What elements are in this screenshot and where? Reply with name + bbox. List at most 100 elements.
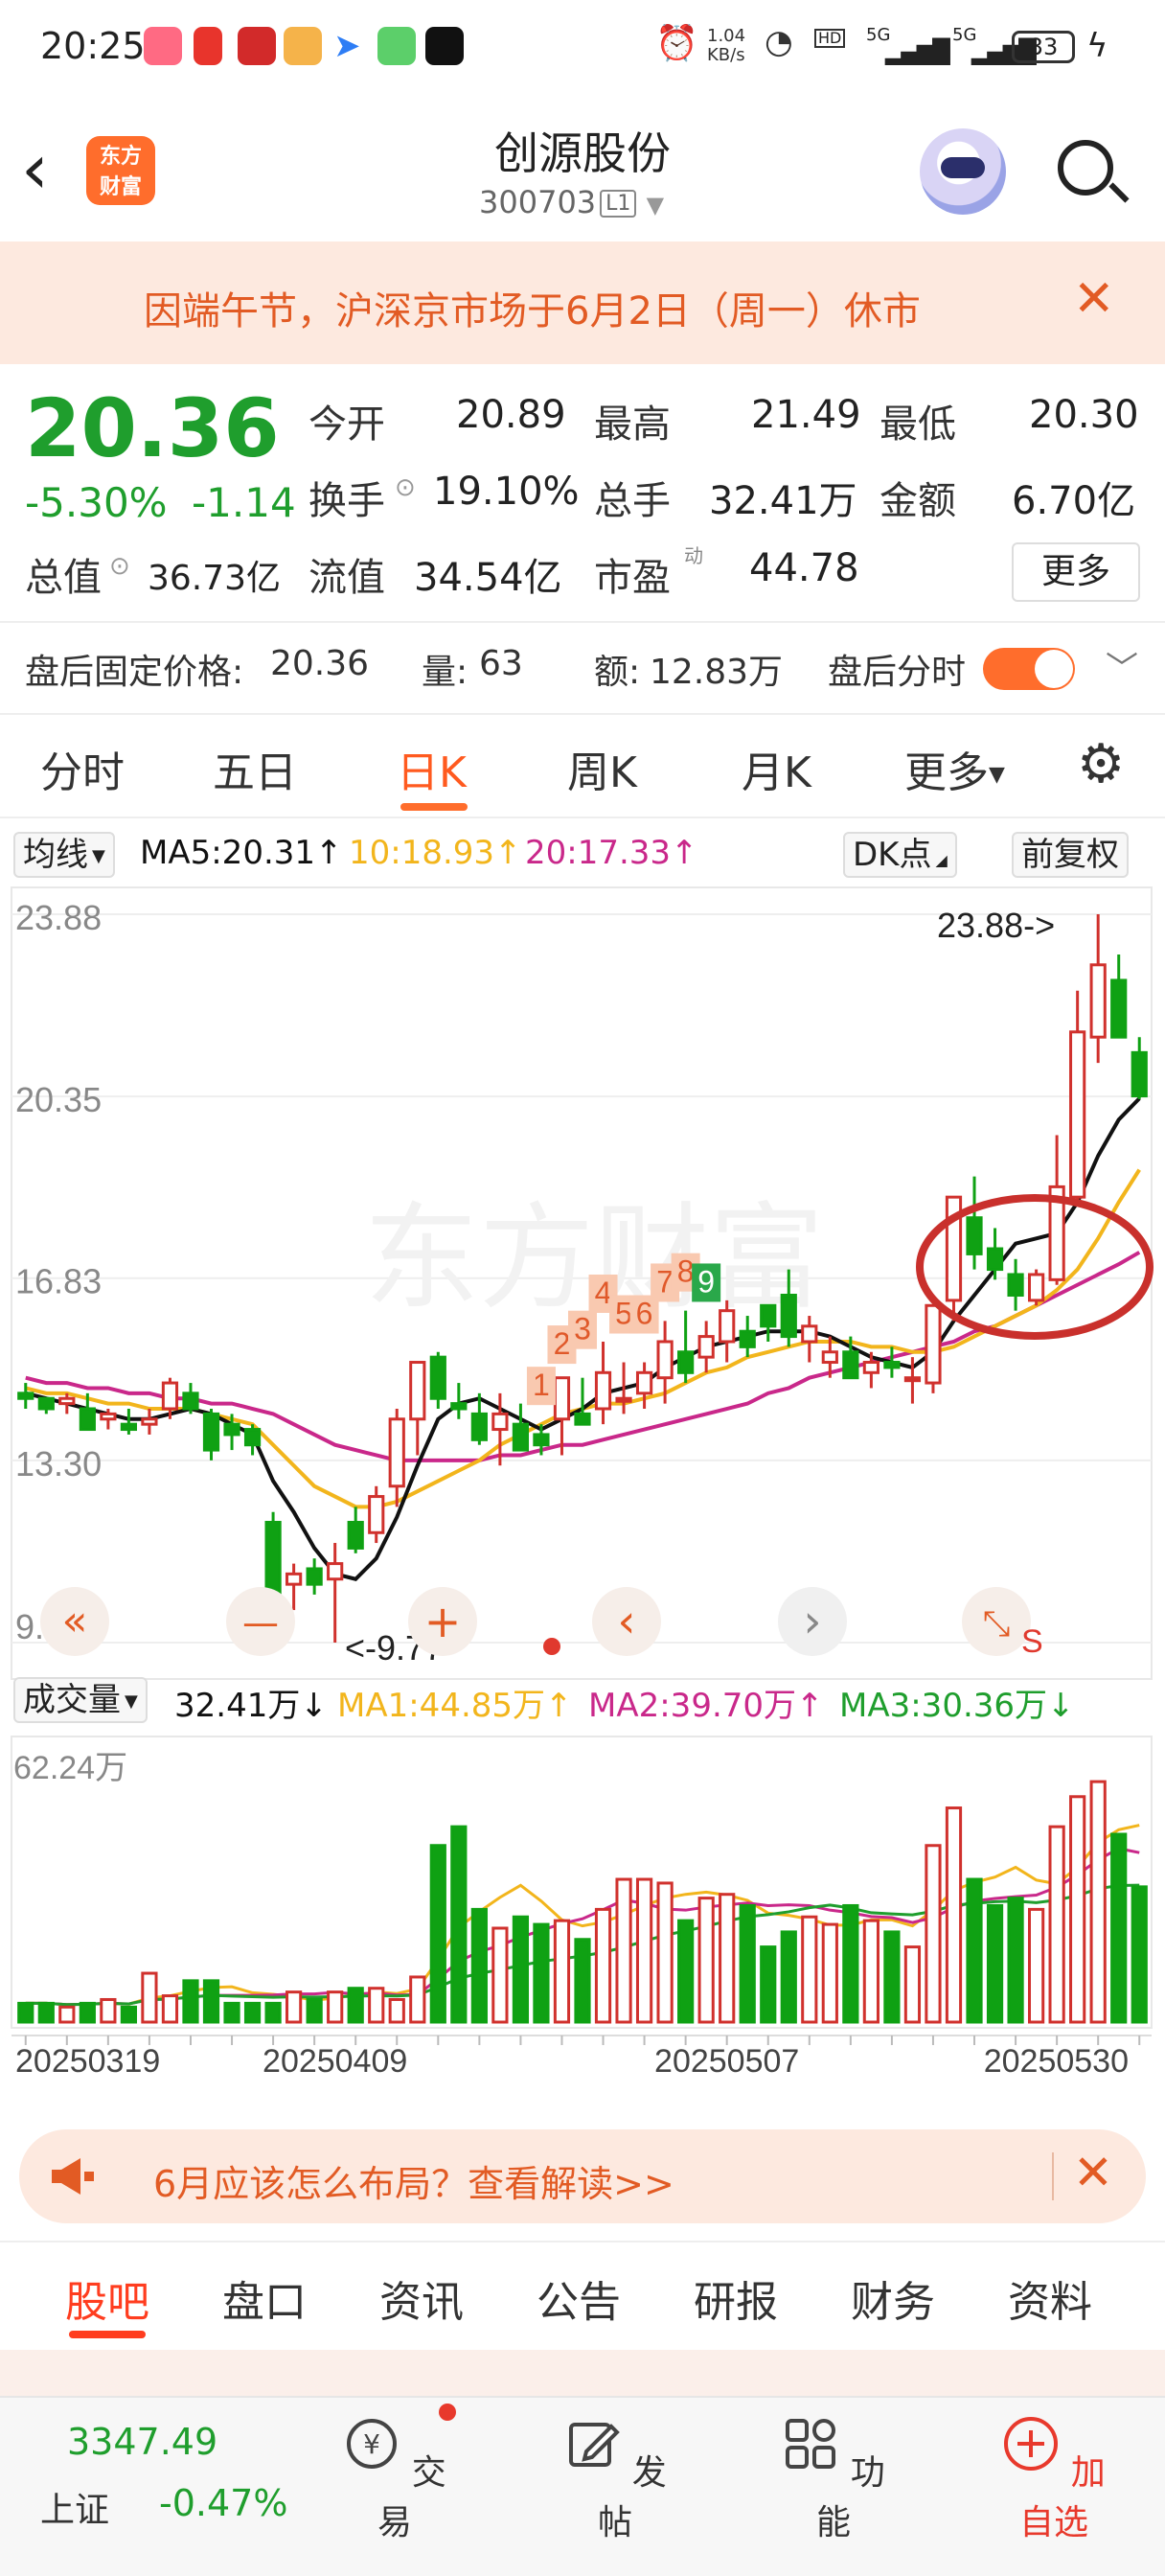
candle-down: [986, 1247, 1004, 1272]
dropdown-triangle-icon: ▼: [92, 846, 105, 866]
app-notification-icon: [238, 27, 276, 65]
signal-bars-icon: ▂▄▆█: [885, 38, 950, 65]
volume-bar-down: [677, 1919, 695, 2024]
tab-financials[interactable]: 财务: [851, 2267, 935, 2329]
nav-post[interactable]: 发帖: [548, 2415, 682, 2544]
candle-down: [760, 1303, 777, 1328]
close-icon[interactable]: ✕: [1073, 2145, 1113, 2200]
after-hours-volume-label: 量:: [422, 653, 468, 692]
volume-bar-up: [491, 1926, 509, 2024]
tab-more[interactable]: 更多▼: [904, 738, 1005, 799]
max-price-label: 23.88->: [937, 906, 1055, 945]
index-value[interactable]: 3347.49: [67, 2421, 217, 2463]
info-circle-icon[interactable]: ⊙: [109, 552, 130, 581]
high-label: 最高: [594, 402, 671, 447]
tab-research[interactable]: 研报: [694, 2267, 778, 2329]
alarm-icon: ⏰: [655, 24, 698, 63]
tab-forum[interactable]: 股吧: [65, 2267, 149, 2329]
candle-down: [574, 1412, 591, 1426]
after-hours-amount-value: 12.83万: [650, 653, 784, 692]
volume-bar-up: [821, 1922, 838, 2024]
more-button[interactable]: 更多: [1012, 542, 1140, 602]
candle-up: [100, 1412, 117, 1421]
index-change[interactable]: -0.47%: [159, 2482, 287, 2524]
nine-turn-label: 6: [636, 1297, 653, 1331]
holiday-notice-bar[interactable]: 因端午节，沪深京市场于6月2日（周一）休市 ✕: [0, 242, 1165, 364]
tab-orderbook[interactable]: 盘口: [222, 2267, 307, 2329]
volume-ma3: MA3:30.36万↓: [839, 1687, 1075, 1725]
tab-profile[interactable]: 资料: [1008, 2267, 1092, 2329]
volume-current: 32.41万↓: [174, 1687, 328, 1725]
candle-up: [594, 1370, 612, 1411]
indicator-selector[interactable]: 均线 ▼: [13, 832, 115, 878]
index-name[interactable]: 上证: [40, 2482, 109, 2532]
date-axis: 20250319 20250409 20250507 20250530: [11, 2035, 1152, 2080]
pe-label: 市盈: [594, 556, 671, 600]
tab-news[interactable]: 资讯: [379, 2267, 464, 2329]
stock-code-selector[interactable]: 300703 L1 ▼: [479, 184, 664, 220]
tiktok-icon: [425, 27, 464, 65]
nav-functions[interactable]: 功能: [766, 2415, 901, 2544]
candle-down: [883, 1361, 901, 1369]
after-hours-volume-value: 63: [479, 644, 523, 683]
candle-down: [966, 1216, 983, 1255]
volume-bar-up: [141, 1971, 158, 2024]
volume-bar-up: [862, 1919, 879, 2024]
after-hours-toggle[interactable]: [983, 648, 1075, 690]
banner-text: 6月应该怎么布局？查看解读>>: [153, 2163, 674, 2205]
chevron-down-icon[interactable]: ﹀: [1106, 642, 1138, 689]
volume-bar-down: [1110, 1832, 1128, 2024]
volume-bar-down: [202, 1979, 220, 2024]
ai-robot-icon[interactable]: [920, 128, 1006, 215]
expand-arrows-icon: ⤡: [983, 1604, 1011, 1644]
candle-up: [286, 1572, 303, 1586]
candlestick-chart[interactable]: 东方财富 123456789 23.8820.3516.8313.309.77 …: [0, 886, 1165, 1681]
search-icon[interactable]: [1058, 140, 1113, 196]
tab-announcements[interactable]: 公告: [537, 2267, 621, 2329]
gear-icon[interactable]: ⚙: [1077, 738, 1125, 792]
tab-monthly-k[interactable]: 月K: [742, 738, 811, 799]
level-badge: L1: [600, 190, 637, 218]
candle-up: [1027, 1273, 1045, 1302]
candle-down: [37, 1396, 55, 1411]
dropdown-triangle-icon: ▼: [646, 192, 665, 218]
close-icon[interactable]: ✕: [1073, 270, 1115, 328]
date-label: 20250530: [984, 2043, 1129, 2080]
dk-point-selector[interactable]: DK点 ◢: [843, 832, 957, 878]
volume-bar-down: [574, 1938, 591, 2024]
volume-ma1: MA1:44.85万↑: [337, 1687, 573, 1725]
candle-up: [368, 1495, 385, 1534]
volume-bar-up: [327, 1990, 344, 2024]
candle-up: [1069, 1030, 1086, 1199]
volume-bar-down: [986, 1903, 1004, 2024]
change-percent: -5.30%: [25, 479, 168, 526]
tab-five-day[interactable]: 五日: [213, 738, 297, 799]
divider: [0, 713, 1165, 715]
info-circle-icon[interactable]: ⊙: [395, 473, 416, 502]
tab-daily-k[interactable]: 日K: [397, 738, 467, 799]
candle-up: [925, 1303, 942, 1385]
adjust-selector[interactable]: 前复权: [1012, 832, 1129, 878]
volume-value: 32.41万: [709, 479, 857, 523]
volume-bar-up: [58, 2005, 76, 2024]
tab-weekly-k[interactable]: 周K: [567, 738, 637, 799]
volume-bar-down: [842, 1903, 859, 2024]
volume-bar-up: [1048, 1825, 1065, 2024]
price-tick-label: 13.30: [15, 1444, 102, 1484]
candle-down: [429, 1355, 446, 1400]
volume-bar-down: [243, 2001, 262, 2024]
nav-add-watchlist[interactable]: 加自选: [987, 2415, 1121, 2544]
promo-banner[interactable]: 6月应该怎么布局？查看解读>> ✕: [19, 2129, 1146, 2223]
volume-chart[interactable]: 62.24万 20250319 20250409 20250507 20250530: [0, 1731, 1165, 2114]
nav-trade[interactable]: ¥ 交易: [328, 2415, 462, 2544]
volume-bar-down: [17, 2001, 34, 2024]
candle-down: [202, 1412, 220, 1452]
volume-indicator-selector[interactable]: 成交量 ▼: [13, 1677, 148, 1723]
candle-up: [491, 1412, 509, 1432]
candle-up: [327, 1562, 344, 1581]
volume-bar-up: [368, 1987, 385, 2024]
tab-intraday[interactable]: 分时: [40, 738, 125, 799]
after-hours-amount-label: 额:: [594, 653, 641, 692]
volume-bar-up: [903, 1945, 922, 2024]
plus-circle-icon: [1004, 2417, 1059, 2471]
